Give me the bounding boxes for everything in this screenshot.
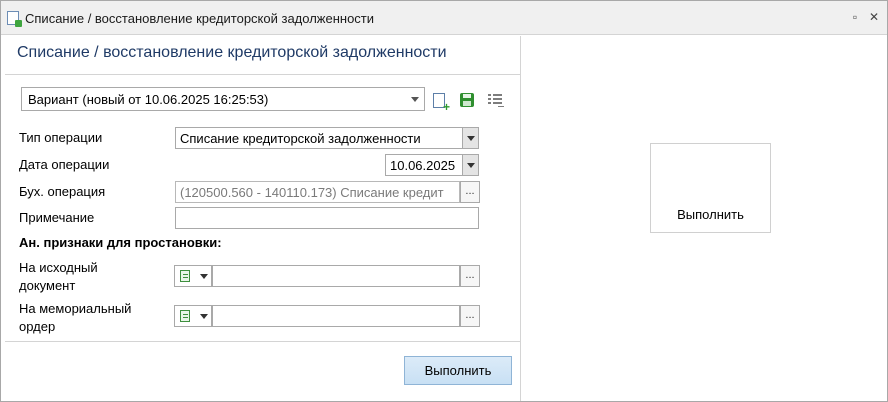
execute-tile-button[interactable]: Выполнить	[650, 143, 771, 233]
source-doc-input[interactable]	[212, 265, 460, 287]
operation-type-label: Тип операции	[19, 130, 103, 145]
memorial-order-type-combo[interactable]	[174, 305, 212, 327]
memorial-order-label-line1: На мемориальный	[19, 301, 132, 316]
operation-type-select[interactable]: Списание кредиторской задолженности	[175, 127, 479, 149]
chevron-down-icon[interactable]	[462, 128, 478, 148]
accounting-op-value: (120500.560 - 140110.173) Списание креди…	[180, 185, 444, 200]
save-icon[interactable]	[460, 93, 474, 107]
operation-date-value: 10.06.2025	[390, 158, 456, 173]
chevron-down-icon	[200, 274, 208, 279]
source-doc-type-combo[interactable]	[174, 265, 212, 287]
memorial-order-input[interactable]	[212, 305, 460, 327]
source-doc-browse-button[interactable]: ...	[460, 265, 480, 287]
memorial-order-browse-button[interactable]: ...	[460, 305, 480, 327]
analytics-section-title: Ан. признаки для простановки:	[19, 235, 222, 250]
note-label: Примечание	[19, 210, 95, 225]
window-title: Списание / восстановление кредиторской з…	[25, 11, 375, 26]
restore-button[interactable]: ▫	[848, 10, 862, 24]
memorial-order-label-line2: ордер	[19, 319, 56, 334]
panel-title: Списание / восстановление кредиторской з…	[17, 44, 447, 61]
chevron-down-icon	[411, 97, 419, 102]
list-settings-icon[interactable]	[488, 93, 504, 107]
source-doc-label-line1: На исходный	[19, 260, 98, 275]
app-document-icon	[7, 11, 22, 27]
source-doc-label-line2: документ	[19, 278, 76, 293]
document-list-icon	[180, 270, 190, 282]
operation-date-field[interactable]: 10.06.2025	[385, 154, 479, 176]
variant-value: Вариант (новый от 10.06.2025 16:25:53)	[28, 92, 269, 107]
header-divider	[5, 74, 521, 75]
variant-select[interactable]: Вариант (новый от 10.06.2025 16:25:53)	[21, 87, 425, 111]
execute-button[interactable]: Выполнить	[404, 356, 512, 385]
note-input[interactable]	[175, 207, 479, 229]
accounting-op-browse-button[interactable]: ...	[460, 181, 480, 203]
chevron-down-icon	[200, 314, 208, 319]
title-bar: Списание / восстановление кредиторской з…	[1, 1, 887, 35]
new-document-icon[interactable]	[433, 93, 450, 112]
footer-divider	[5, 341, 521, 342]
calendar-dropdown-icon[interactable]	[462, 155, 478, 175]
accounting-op-label: Бух. операция	[19, 184, 106, 199]
dialog-window: Списание / восстановление кредиторской з…	[0, 0, 888, 402]
operation-type-value: Списание кредиторской задолженности	[180, 131, 421, 146]
execute-tile-label: Выполнить	[677, 207, 744, 222]
document-list-icon	[180, 310, 190, 322]
close-button[interactable]: ✕	[867, 10, 881, 24]
form-panel: Списание / восстановление кредиторской з…	[5, 36, 521, 401]
accounting-op-field[interactable]: (120500.560 - 140110.173) Списание креди…	[175, 181, 460, 203]
operation-date-label: Дата операции	[19, 157, 110, 172]
